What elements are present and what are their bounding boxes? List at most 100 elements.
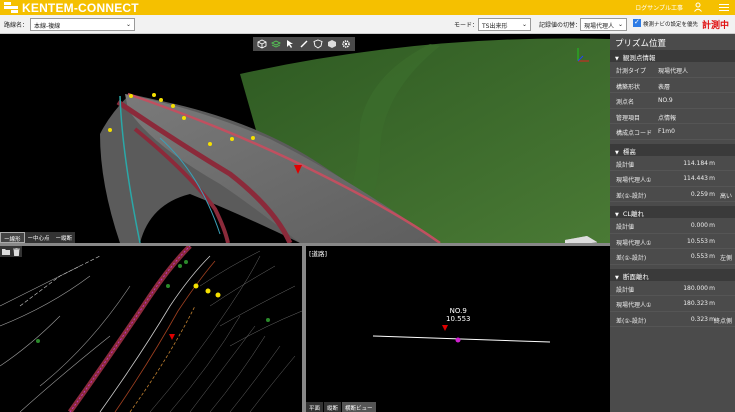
plan-drawing — [0, 246, 302, 412]
mode-value: TS出来形 — [482, 23, 508, 30]
plan-toolbar — [0, 246, 22, 257]
pointer-icon[interactable] — [284, 38, 296, 50]
navi-priority-label: 検測ナビの設定を優先 — [643, 22, 699, 28]
section-elevation-header[interactable]: ▼ 標高 — [610, 143, 735, 156]
mode-select[interactable]: TS出来形 ⌄ — [478, 18, 531, 31]
row-number: 180.323 — [683, 300, 708, 307]
row-key: 測点名 — [616, 99, 635, 106]
viewport-3d[interactable]: ー線形 ー中心点 ー縦断 西 — [0, 34, 610, 243]
cube-icon[interactable] — [326, 38, 338, 50]
cross-section-view[interactable]: [道路] NO.9 10.553 平面 縦断 横断ビュー — [306, 246, 610, 412]
app-logo[interactable]: KENTEM-CONNECT — [4, 1, 139, 15]
pencil-icon[interactable] — [298, 38, 310, 50]
gear-icon[interactable] — [340, 38, 352, 50]
row-key: 現場代理人① — [616, 239, 652, 247]
info-row: 差(①-設計) 0.323 m 終点側 — [610, 312, 735, 327]
info-row: 設計値 114.184 m — [610, 156, 735, 171]
info-row: 設計値 180.000 m — [610, 281, 735, 296]
box-view-icon[interactable] — [256, 38, 268, 50]
section-cl-offset-header[interactable]: ▼ CL離れ — [610, 206, 735, 218]
row-key: 差(①-設計) — [616, 255, 647, 262]
chevron-down-icon: ⌄ — [521, 21, 527, 28]
cross-section-drawing — [372, 325, 551, 343]
record-label: 記録値の切替： — [539, 22, 582, 29]
plan-view[interactable] — [0, 246, 302, 412]
row-number: 0.000 — [690, 222, 708, 229]
view-tabs: 平面 縦断 横断ビュー — [306, 402, 377, 412]
layers-icon[interactable] — [270, 38, 282, 50]
mode-center-point-button[interactable]: ー中心点 — [24, 232, 53, 243]
row-value: NO.9 — [658, 97, 673, 104]
row-number: 10.553 — [687, 237, 708, 245]
hamburger-menu-icon[interactable] — [719, 2, 729, 12]
person-icon[interactable] — [693, 2, 703, 12]
row-number: 114.184 — [683, 159, 708, 167]
row-key: 設計値 — [616, 161, 635, 169]
mode-alignment-button[interactable]: ー線形 — [0, 232, 25, 243]
navi-priority-checkbox[interactable] — [633, 18, 641, 27]
folder-icon[interactable] — [0, 246, 11, 257]
info-row: 計測タイプ 現場代理人 — [610, 62, 735, 78]
row-key: 差(①-設計) — [616, 317, 647, 325]
row-value: 表層 — [658, 83, 671, 91]
shield-icon[interactable] — [312, 38, 324, 50]
row-key: 構成点コード — [616, 130, 653, 137]
info-row: 差(①-設計) 0.553 m 左側 — [610, 249, 735, 265]
row-unit: m — [709, 253, 715, 260]
row-value: 現場代理人 — [658, 68, 689, 75]
orientation-cube[interactable]: 西 — [561, 232, 601, 243]
prism-info-panel: プリズム位置 ▼ 観測点情報 計測タイプ 現場代理人 構築形状 表層 測点名 NO.9 … — [610, 34, 735, 412]
route-select[interactable]: 本線-複線 ⌄ — [30, 18, 135, 31]
row-number: 180.000 — [683, 284, 708, 292]
row-number: 0.553 — [690, 253, 708, 260]
station-name: NO.9 — [449, 307, 467, 315]
row-unit: m — [709, 284, 715, 292]
section-observation-header[interactable]: ▼ 観測点情報 — [610, 50, 735, 62]
row-unit: m — [709, 222, 715, 229]
route-label: 路線名： — [4, 22, 29, 29]
section-section-offset-header[interactable]: ▼ 断面離れ — [610, 268, 735, 281]
row-key: 計測タイプ — [616, 68, 647, 75]
row-note: 終点側 — [713, 317, 732, 325]
tab-cross-section[interactable]: 横断ビュー — [342, 402, 376, 412]
row-key: 構築形状 — [616, 83, 641, 91]
row-key: 現場代理人① — [616, 177, 652, 184]
user-name[interactable]: ログサンプル工事 — [635, 3, 683, 12]
info-row: 設計値 0.000 m — [610, 218, 735, 234]
chevron-down-icon: ⌄ — [617, 21, 623, 28]
station-label: NO.9 10.553 — [446, 307, 471, 323]
section-title: CL離れ — [622, 210, 645, 218]
chevron-down-icon: ⌄ — [125, 21, 131, 28]
info-row: 測点名 NO.9 — [610, 93, 735, 109]
row-key: 現場代理人① — [616, 302, 652, 309]
trash-icon[interactable] — [11, 246, 22, 257]
row-unit: m — [709, 237, 715, 245]
row-unit: m — [709, 300, 715, 307]
row-number: 0.323 — [690, 315, 708, 323]
row-value: 点情報 — [658, 114, 677, 122]
view-toolbar — [253, 37, 355, 51]
status-badge: 計測中 — [701, 21, 729, 31]
row-unit: m — [709, 159, 715, 167]
kentem-logo-icon — [4, 2, 18, 13]
row-number: 114.443 — [683, 175, 708, 182]
info-row: 構成点コード F1m0 — [610, 124, 735, 140]
row-key: 設計値 — [616, 224, 635, 231]
section-title: 断面離れ — [622, 272, 649, 281]
tab-profile[interactable]: 縦断 — [324, 402, 342, 412]
row-value: F1m0 — [658, 128, 675, 135]
mode-profile-button[interactable]: ー縦断 — [52, 232, 76, 243]
row-unit: m — [709, 190, 715, 198]
row-note: 左側 — [719, 255, 732, 262]
section-title: 標高 — [622, 147, 636, 156]
section-title: 観測点情報 — [622, 54, 656, 62]
tab-plan[interactable]: 平面 — [306, 402, 324, 412]
view-mode-bar: ー線形 ー中心点 ー縦断 — [0, 232, 76, 243]
record-value: 現場代理人 — [584, 23, 615, 30]
row-note: 高い — [719, 192, 732, 200]
info-row: 構築形状 表層 — [610, 78, 735, 93]
row-number: 0.259 — [690, 190, 708, 198]
row-key: 差(①-設計) — [616, 192, 647, 200]
mode-label: モード： — [454, 22, 479, 29]
record-select[interactable]: 現場代理人 ⌄ — [580, 18, 627, 31]
